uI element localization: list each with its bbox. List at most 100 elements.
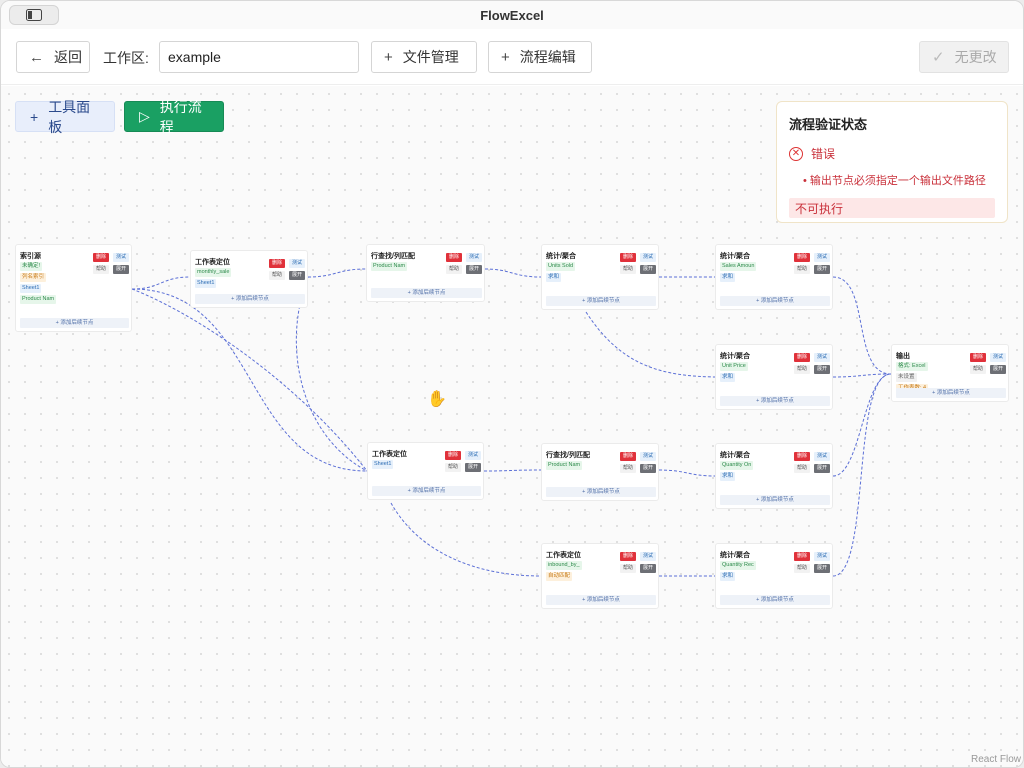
not-executable-badge: 不可执行	[789, 198, 995, 218]
flow-node-n1[interactable]: 索引源 未确定! 列名索引 Sheet1 Product Nam 删除 测试 帮助 展开 + 添加…	[15, 244, 132, 332]
expand-node-button[interactable]: 展开	[640, 265, 656, 274]
back-button[interactable]: ← 返回	[16, 41, 90, 73]
help-node-button[interactable]: 帮助	[445, 463, 461, 472]
test-node-button[interactable]: 测试	[814, 452, 830, 461]
flow-node-n8[interactable]: 工作表定位 Sheet1 删除 测试 帮助 展开 + 添加后续节点	[367, 442, 484, 500]
help-node-button[interactable]: 帮助	[269, 271, 285, 280]
test-node-button[interactable]: 测试	[465, 451, 481, 460]
flow-node-n7[interactable]: 输出格式: Excel未设置工作表数: 4删除测试帮助展开+ 添加后续节点	[891, 344, 1009, 402]
help-node-button[interactable]: 帮助	[794, 564, 810, 573]
tools-panel-button[interactable]: + 工具面板	[15, 99, 115, 135]
expand-node-button[interactable]: 展开	[640, 464, 656, 473]
flow-node-n12[interactable]: 统计/聚合 Quantity Rec 求和 删除 测试 帮助 展开 + 添加后续节点	[715, 543, 833, 609]
delete-node-button[interactable]: 删除	[970, 353, 986, 362]
edge-n2-n3	[307, 268, 367, 278]
flow-edit-button[interactable]: + 流程编辑	[488, 41, 592, 73]
delete-node-button[interactable]: 删除	[794, 452, 810, 461]
flow-node-n6[interactable]: 统计/聚合 Unit Price 求和 删除 测试 帮助 展开 + 添加后续节点	[715, 344, 833, 410]
delete-node-button[interactable]: 删除	[794, 353, 810, 362]
help-node-button[interactable]: 帮助	[970, 365, 986, 374]
test-node-button[interactable]: 测试	[640, 452, 656, 461]
expand-node-button[interactable]: 展开	[640, 564, 656, 573]
flow-node-n10[interactable]: 统计/聚合 Quantity On 求和 删除 测试 帮助 展开 + 添加后续节点	[715, 443, 833, 509]
node-tag: 求和	[546, 273, 562, 282]
expand-node-button[interactable]: 展开	[466, 265, 482, 274]
run-flow-button[interactable]: ▷ 执行流程	[124, 99, 224, 135]
test-node-button[interactable]: 测试	[466, 253, 482, 262]
delete-node-button[interactable]: 删除	[620, 552, 636, 561]
delete-node-button[interactable]: 删除	[794, 552, 810, 561]
edge-n1-n8-b	[131, 288, 368, 472]
help-node-button[interactable]: 帮助	[446, 265, 462, 274]
add-next-node-button[interactable]: + 添加后续节点	[371, 288, 482, 298]
node-title: 工作表定位	[546, 552, 581, 559]
add-next-node-button[interactable]: + 添加后续节点	[546, 595, 656, 605]
delete-node-button[interactable]: 删除	[446, 253, 462, 262]
add-next-node-button[interactable]: + 添加后续节点	[20, 318, 129, 328]
test-node-button[interactable]: 测试	[289, 259, 305, 268]
expand-node-button[interactable]: 展开	[289, 271, 305, 280]
flow-node-n9[interactable]: 行查找/列匹配 Product Nam 删除 测试 帮助 展开 + 添加后续节点	[541, 443, 659, 501]
flow-node-n5[interactable]: 统计/聚合 Sales Amoun 求和 删除 测试 帮助 展开 + 添加后续节点	[715, 244, 833, 310]
delete-node-button[interactable]: 删除	[620, 452, 636, 461]
help-node-button[interactable]: 帮助	[620, 464, 636, 473]
flow-canvas[interactable]: + 工具面板 ▷ 执行流程 流程验证状态 ✕ 错误 • 输出节点必须指定一个输出…	[1, 86, 1023, 767]
node-tag: 未确定!	[20, 262, 43, 271]
delete-node-button[interactable]: 删除	[93, 253, 109, 262]
node-title: 统计/聚合	[720, 253, 750, 260]
flow-node-n4[interactable]: 统计/聚合 Units Sold 求和 删除 测试 帮助 展开 + 添加后续节点	[541, 244, 659, 310]
node-tag: 列名索引	[20, 273, 47, 282]
validation-message-text: 输出节点必须指定一个输出文件路径	[809, 175, 986, 187]
file-management-button[interactable]: + 文件管理	[371, 41, 477, 73]
flow-node-n2[interactable]: 工作表定位 monthly_sale Sheet1 删除 测试 帮助 展开 + 添加后续节点	[190, 250, 308, 308]
expand-node-button[interactable]: 展开	[465, 463, 481, 472]
help-node-button[interactable]: 帮助	[794, 365, 810, 374]
expand-node-button[interactable]: 展开	[814, 265, 830, 274]
workspace-label: 工作区:	[103, 50, 149, 66]
help-node-button[interactable]: 帮助	[620, 265, 636, 274]
sidebar-toggle-button[interactable]	[9, 5, 59, 25]
add-next-node-button[interactable]: + 添加后续节点	[372, 486, 481, 496]
help-node-button[interactable]: 帮助	[93, 265, 109, 274]
plus-icon: +	[501, 48, 510, 66]
delete-node-button[interactable]: 删除	[269, 259, 285, 268]
flow-node-n11[interactable]: 工作表定位 inbound_by_ 自动匹配 删除 测试 帮助 展开 + 添加后续节点	[541, 543, 659, 609]
add-next-node-button[interactable]: + 添加后续节点	[896, 388, 1006, 398]
test-node-button[interactable]: 测试	[640, 253, 656, 262]
delete-node-button[interactable]: 删除	[620, 253, 636, 262]
node-tag: 求和	[720, 572, 736, 581]
expand-node-button[interactable]: 展开	[814, 464, 830, 473]
no-changes-button[interactable]: ✓ 无更改	[919, 41, 1009, 73]
arrow-left-icon: ←	[29, 48, 44, 66]
workspace-input[interactable]	[159, 41, 359, 73]
test-node-button[interactable]: 测试	[113, 253, 129, 262]
expand-node-button[interactable]: 展开	[814, 365, 830, 374]
flow-node-n3[interactable]: 行查找/列匹配 Product Nam 删除 测试 帮助 展开 + 添加后续节点	[366, 244, 485, 302]
add-next-node-button[interactable]: + 添加后续节点	[546, 487, 656, 497]
test-node-button[interactable]: 测试	[814, 253, 830, 262]
add-next-node-button[interactable]: + 添加后续节点	[546, 296, 656, 306]
add-next-node-button[interactable]: + 添加后续节点	[195, 294, 305, 304]
node-title: 输出	[896, 353, 910, 360]
help-node-button[interactable]: 帮助	[794, 464, 810, 473]
test-node-button[interactable]: 测试	[990, 353, 1006, 362]
expand-node-button[interactable]: 展开	[814, 564, 830, 573]
test-node-button[interactable]: 测试	[814, 552, 830, 561]
delete-node-button[interactable]: 删除	[794, 253, 810, 262]
node-tag: 求和	[720, 273, 736, 282]
test-node-button[interactable]: 测试	[640, 552, 656, 561]
node-title: 统计/聚合	[546, 253, 576, 260]
add-next-node-button[interactable]: + 添加后续节点	[720, 396, 830, 406]
react-flow-attribution[interactable]: React Flow	[971, 754, 1021, 765]
delete-node-button[interactable]: 删除	[445, 451, 461, 460]
help-node-button[interactable]: 帮助	[794, 265, 810, 274]
test-node-button[interactable]: 测试	[814, 353, 830, 362]
node-tag: Sales Amoun	[720, 262, 757, 271]
add-next-node-button[interactable]: + 添加后续节点	[720, 495, 830, 505]
expand-node-button[interactable]: 展开	[990, 365, 1006, 374]
help-node-button[interactable]: 帮助	[620, 564, 636, 573]
expand-node-button[interactable]: 展开	[113, 265, 129, 274]
flow-edit-label: 流程编辑	[519, 49, 576, 65]
add-next-node-button[interactable]: + 添加后续节点	[720, 296, 830, 306]
add-next-node-button[interactable]: + 添加后续节点	[720, 595, 830, 605]
